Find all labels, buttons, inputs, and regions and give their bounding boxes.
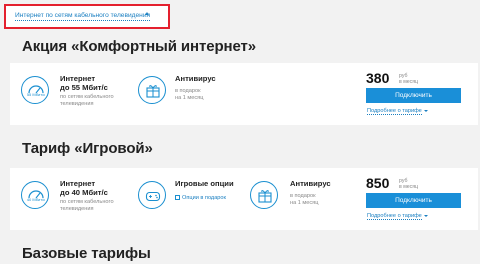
gift-icon bbox=[250, 181, 278, 209]
gift-options-link[interactable]: Опции в подарок bbox=[175, 195, 226, 201]
chevron-down-icon bbox=[423, 214, 428, 217]
gift-icon bbox=[138, 76, 166, 104]
price-period: в месяц bbox=[399, 79, 419, 85]
gift-icon bbox=[175, 195, 180, 201]
gamepad-icon bbox=[138, 181, 166, 209]
more-link-label: Подробнее о тарифе bbox=[367, 213, 422, 220]
speed-gauge-label: 40 Мбит/с bbox=[26, 197, 46, 202]
price-value: 850 bbox=[366, 175, 390, 191]
tariff-card-promo: 55 Мбит/с Интернет до 55 Мбит/с по сетям… bbox=[10, 63, 478, 125]
feature-note: в подарок bbox=[290, 193, 316, 199]
feature-title-antivirus: Антивирус bbox=[290, 179, 331, 188]
filter-dropdown[interactable]: Интернет по сетям кабельного телевидения bbox=[15, 12, 151, 21]
feature-note: телевидения bbox=[60, 101, 94, 107]
speedometer-icon bbox=[21, 181, 49, 209]
chevron-up-icon[interactable] bbox=[145, 12, 149, 15]
price-value: 380 bbox=[366, 70, 390, 86]
feature-note: в подарок bbox=[175, 88, 201, 94]
more-about-tariff-link[interactable]: Подробнее о тарифе bbox=[367, 213, 428, 220]
more-link-label: Подробнее о тарифе bbox=[367, 108, 422, 115]
section-title-game: Тариф «Игровой» bbox=[22, 140, 153, 157]
feature-speed-value: до 40 Мбит/с bbox=[60, 188, 108, 197]
feature-note: телевидения bbox=[60, 206, 94, 212]
speed-gauge-label: 55 Мбит/с bbox=[26, 92, 46, 97]
feature-note: на 1 месяц bbox=[175, 95, 204, 101]
price-period: в месяц bbox=[399, 184, 419, 190]
feature-note: по сетям кабельного bbox=[60, 94, 114, 100]
feature-title-antivirus: Антивирус bbox=[175, 74, 216, 83]
feature-title-games: Игровые опции bbox=[175, 179, 234, 188]
speedometer-icon bbox=[21, 76, 49, 104]
chevron-down-icon bbox=[423, 109, 428, 112]
feature-speed-value: до 55 Мбит/с bbox=[60, 83, 108, 92]
feature-title-internet: Интернет bbox=[60, 179, 96, 188]
feature-note: по сетям кабельного bbox=[60, 199, 114, 205]
connect-button[interactable]: Подключить bbox=[366, 88, 461, 103]
gift-options-label: Опции в подарок bbox=[182, 195, 226, 201]
tariff-card-game: 40 Мбит/с Интернет до 40 Мбит/с по сетям… bbox=[10, 168, 478, 230]
feature-note: на 1 месяц bbox=[290, 200, 319, 206]
feature-title-internet: Интернет bbox=[60, 74, 96, 83]
section-title-promo: Акция «Комфортный интернет» bbox=[22, 38, 257, 55]
connect-button[interactable]: Подключить bbox=[366, 193, 461, 208]
section-title-basic: Базовые тарифы bbox=[22, 245, 151, 262]
more-about-tariff-link[interactable]: Подробнее о тарифе bbox=[367, 108, 428, 115]
